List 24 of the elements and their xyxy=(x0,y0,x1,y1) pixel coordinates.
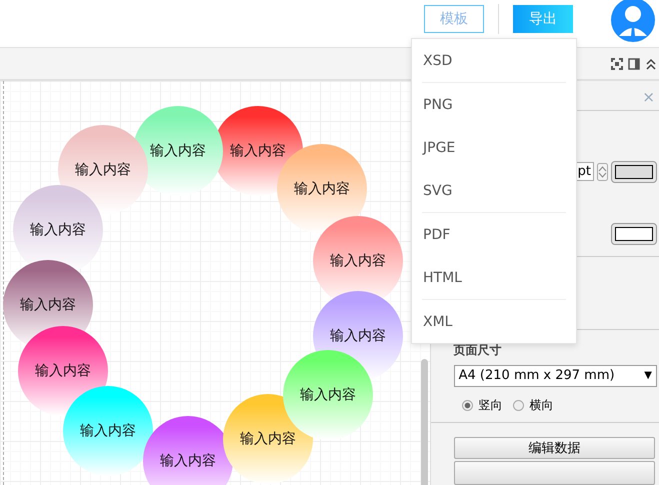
avatar-icon[interactable] xyxy=(611,0,655,42)
edit-data-button[interactable]: 编辑数据 xyxy=(454,436,655,459)
section-label: 页面尺寸 xyxy=(454,342,503,359)
menu-item[interactable]: XSD xyxy=(422,39,566,83)
spinner-icon[interactable] xyxy=(597,162,608,181)
scrollbar[interactable] xyxy=(420,359,428,485)
menu-item[interactable]: PDF xyxy=(422,213,566,256)
circle-node: 输入内容 xyxy=(143,416,233,485)
circle-node: 输入内容 xyxy=(133,106,223,196)
caret-icon: ▼ xyxy=(644,370,652,382)
orientation-radio[interactable]: 竖向 xyxy=(462,396,503,414)
fullscreen-icon[interactable] xyxy=(611,58,623,70)
panel-icon[interactable] xyxy=(628,58,640,70)
circle-node: 输入内容 xyxy=(63,386,153,476)
menu-item[interactable]: XML xyxy=(422,300,566,343)
color-swatch[interactable] xyxy=(611,222,657,245)
menu-item[interactable]: JPGE xyxy=(422,126,566,169)
page-size-select[interactable]: A4 (210 mm x 297 mm) ▼ xyxy=(454,364,657,387)
orientation-radio[interactable]: 横向 xyxy=(512,396,554,414)
menu-item[interactable]: PNG xyxy=(422,83,566,126)
collapse-icon[interactable] xyxy=(645,58,657,70)
menu-item[interactable]: SVG xyxy=(422,169,566,213)
menu-item[interactable]: HTML xyxy=(422,256,566,300)
color-swatch[interactable] xyxy=(611,160,657,183)
